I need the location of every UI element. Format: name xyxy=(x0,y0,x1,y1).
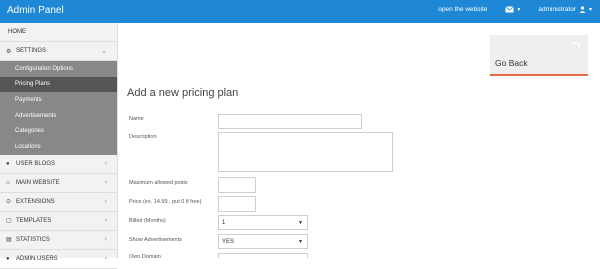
sidebar-subitem-advertisements[interactable]: Advertisements xyxy=(0,107,117,124)
billed-select[interactable]: 1 ▼ xyxy=(218,215,308,230)
sidebar-item-label: USER BLOGS xyxy=(16,160,56,167)
billed-label: Billed (Months) xyxy=(129,218,166,224)
sidebar-item-admin-users[interactable]: ● ADMIN USERS ‹ xyxy=(0,250,117,269)
top-navbar: Admin Panel open the website ▾ administr… xyxy=(0,0,600,23)
show-ads-label: Show Advertisements xyxy=(129,237,182,243)
chevron-left-icon: ‹ xyxy=(104,217,107,225)
open-website-link[interactable]: open the website xyxy=(438,6,487,13)
chevron-left-icon: ‹ xyxy=(104,179,107,187)
sidebar-item-templates[interactable]: ▢ TEMPLATES ‹ xyxy=(0,212,117,231)
user-menu[interactable]: administrator ▾ xyxy=(538,6,592,13)
own-domain-label: Own Domain xyxy=(129,254,161,260)
chevron-left-icon: ‹ xyxy=(104,160,107,168)
chevron-left-icon: ‹ xyxy=(104,198,107,206)
price-label: Price (ex. 14.99 , put 0 if free) xyxy=(129,199,202,205)
app-title[interactable]: Admin Panel xyxy=(7,5,64,16)
sidebar-item-label: SETTINGS xyxy=(16,48,47,54)
price-input[interactable] xyxy=(218,196,256,212)
mail-menu[interactable]: ▾ xyxy=(505,6,520,13)
chevron-down-icon: ▾ xyxy=(517,7,521,13)
chevron-down-icon: ▾ xyxy=(588,7,592,13)
description-textarea[interactable] xyxy=(218,132,393,172)
show-ads-value: YES xyxy=(222,238,235,245)
sidebar-item-user-blogs[interactable]: ● USER BLOGS ‹ xyxy=(0,155,117,174)
users-icon: ● xyxy=(6,255,10,262)
chevron-left-icon: ‹ xyxy=(104,255,107,263)
sidebar-item-extensions[interactable]: ⊙ EXTENSIONS ‹ xyxy=(0,193,117,212)
name-label: Name xyxy=(129,116,144,122)
go-back-label: Go Back xyxy=(495,58,528,68)
sidebar-item-label: TEMPLATES xyxy=(16,217,52,224)
sidebar-item-settings[interactable]: ⚙ SETTINGS ⌄ xyxy=(0,42,117,61)
show-ads-select[interactable]: YES ▼ xyxy=(218,234,308,249)
sidebar-item-home[interactable]: HOME xyxy=(0,23,117,42)
home-icon: ⌂ xyxy=(6,179,10,186)
chart-icon: ▤ xyxy=(6,237,12,244)
max-posts-label: Maximum allowed posts xyxy=(129,180,188,186)
extension-icon: ⊙ xyxy=(6,199,12,206)
chevron-down-icon: ▼ xyxy=(298,238,303,245)
undo-arrow-icon xyxy=(573,42,580,49)
sidebar: HOME ⚙ SETTINGS ⌄ Configuration Options … xyxy=(0,23,118,269)
sidebar-subitem-pricing-plans[interactable]: Pricing Plans xyxy=(0,76,117,93)
sidebar-subitem-categories[interactable]: Categories xyxy=(0,123,117,139)
name-input[interactable] xyxy=(218,114,362,129)
sidebar-item-label: STATISTICS xyxy=(16,236,50,243)
own-domain-select[interactable] xyxy=(218,253,308,258)
user-icon: ● xyxy=(6,160,10,167)
template-icon: ▢ xyxy=(6,218,12,225)
chevron-down-icon: ⌄ xyxy=(101,48,107,55)
envelope-icon xyxy=(505,6,515,13)
sidebar-subitem-payments[interactable]: Payments xyxy=(0,92,117,108)
sidebar-item-label: MAIN WEBSITE xyxy=(16,179,60,186)
user-icon xyxy=(579,6,586,13)
chevron-left-icon: ‹ xyxy=(104,236,107,244)
max-posts-input[interactable] xyxy=(218,177,256,193)
chevron-down-icon: ▼ xyxy=(298,219,303,226)
gear-icon: ⚙ xyxy=(6,48,12,55)
sidebar-item-label: HOME xyxy=(8,29,26,35)
sidebar-item-statistics[interactable]: ▤ STATISTICS ‹ xyxy=(0,231,117,250)
sidebar-subitem-configuration[interactable]: Configuration Options xyxy=(0,61,117,77)
go-back-button[interactable]: Go Back xyxy=(490,35,588,76)
page-title: Add a new pricing plan xyxy=(127,87,239,99)
description-label: Description xyxy=(129,134,157,140)
top-right-menu: open the website ▾ administrator ▾ xyxy=(438,6,592,13)
sidebar-item-main-website[interactable]: ⌂ MAIN WEBSITE ‹ xyxy=(0,174,117,193)
sidebar-subitem-locations[interactable]: Locations xyxy=(0,138,117,155)
sidebar-item-label: EXTENSIONS xyxy=(16,198,55,205)
sidebar-item-label: ADMIN USERS xyxy=(16,255,58,262)
billed-value: 1 xyxy=(222,219,226,226)
username: administrator xyxy=(538,6,576,13)
